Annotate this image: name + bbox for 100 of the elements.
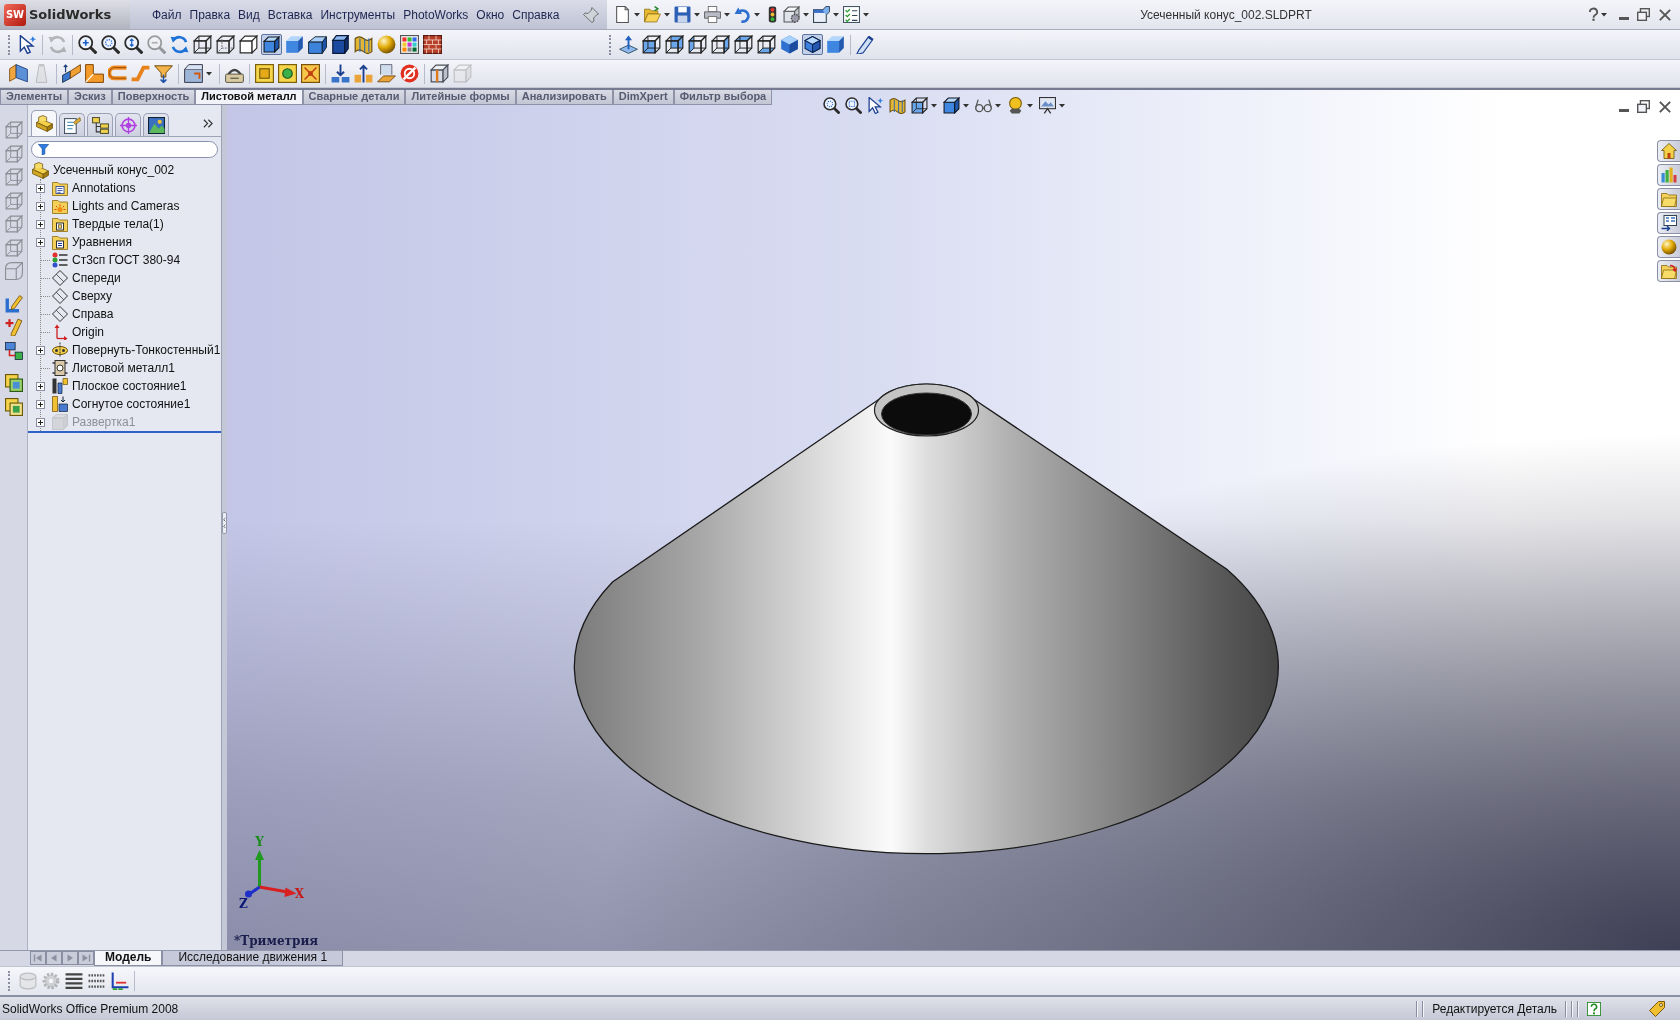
- isometric-cube-icon[interactable]: [802, 34, 823, 55]
- bottom-tab[interactable]: Модель: [94, 951, 163, 966]
- view-cube-icon[interactable]: [911, 97, 928, 114]
- magnifier-icon[interactable]: [78, 35, 97, 54]
- tree-item[interactable]: Сверху: [72, 289, 113, 303]
- sphere-icon[interactable]: [377, 35, 396, 54]
- view-cube-icon[interactable]: [757, 35, 776, 54]
- shaded-cube-icon[interactable]: [261, 34, 282, 55]
- l-shape-icon[interactable]: [85, 64, 104, 83]
- restore-icon[interactable]: [1637, 100, 1650, 113]
- expand-icon[interactable]: [36, 345, 45, 355]
- menu-item[interactable]: Вид: [234, 7, 264, 22]
- shaded-cube-icon[interactable]: [943, 97, 960, 114]
- caret-icon[interactable]: [206, 71, 212, 76]
- pin-icon[interactable]: [583, 6, 599, 23]
- caret-icon[interactable]: [754, 12, 760, 17]
- help-icon[interactable]: [1587, 7, 1600, 22]
- layered-squares-icon[interactable]: [4, 374, 23, 392]
- dashed-cube-icon[interactable]: [216, 35, 235, 54]
- rotate-arrows-icon[interactable]: [170, 35, 189, 54]
- task-pane-button[interactable]: [1657, 212, 1680, 234]
- caret-icon[interactable]: [724, 12, 730, 17]
- window-icon[interactable]: [813, 6, 830, 23]
- caret-icon[interactable]: [1027, 103, 1033, 108]
- filter-field[interactable]: [31, 141, 218, 158]
- panel-tab[interactable]: [87, 113, 113, 136]
- caret-icon[interactable]: [995, 103, 1001, 108]
- lines-icon[interactable]: [64, 972, 83, 990]
- panel-tab[interactable]: [59, 113, 85, 136]
- expand-icon[interactable]: [36, 399, 45, 409]
- caret-icon[interactable]: [694, 12, 700, 17]
- shaded-cube-icon[interactable]: [285, 35, 304, 54]
- tree-item[interactable]: Согнутое состояние1: [72, 397, 191, 411]
- tree-item[interactable]: Ст3сп ГОСТ 380-94: [72, 253, 181, 267]
- dotted-lines-icon[interactable]: [87, 972, 106, 990]
- task-pane-button[interactable]: [1657, 260, 1680, 282]
- menu-item[interactable]: Вставка: [263, 7, 317, 22]
- plus-pencil-icon[interactable]: [4, 318, 23, 336]
- caret-icon[interactable]: [634, 12, 640, 17]
- expand-icon[interactable]: [36, 417, 45, 427]
- restore-icon[interactable]: [1637, 8, 1650, 21]
- document-icon[interactable]: [614, 6, 631, 23]
- tree-item[interactable]: Уравнения: [72, 235, 132, 249]
- tree-item[interactable]: Твердые тела(1): [72, 217, 164, 231]
- close-icon[interactable]: [1659, 8, 1671, 21]
- perspective-box-icon[interactable]: [308, 35, 327, 54]
- arrow-down-blocks-icon[interactable]: [331, 64, 350, 83]
- tree-item[interactable]: Повернуть-Тонкостенный1: [72, 343, 221, 357]
- caret-icon[interactable]: [863, 12, 869, 17]
- tree-item[interactable]: Усеченный конус_002: [53, 163, 175, 177]
- expand-icon[interactable]: [36, 381, 45, 391]
- tree-item[interactable]: Annotations: [72, 181, 136, 195]
- cube-gear-icon[interactable]: [783, 6, 800, 23]
- view-cube-icon[interactable]: [665, 35, 684, 54]
- magnifier-icon[interactable]: [101, 35, 120, 54]
- tree-item[interactable]: Листовой металл1: [72, 361, 175, 375]
- tree-item[interactable]: Origin: [72, 325, 104, 339]
- magnifier-icon[interactable]: [845, 97, 862, 114]
- expand-icon[interactable]: [36, 201, 45, 211]
- command-tab[interactable]: Эскиз: [68, 90, 112, 105]
- wireframe-cube-icon[interactable]: [193, 35, 212, 54]
- funnel-arrow-icon[interactable]: [154, 64, 173, 83]
- curved-arrow-icon[interactable]: [734, 6, 751, 23]
- arrow-up-blocks-icon[interactable]: [354, 64, 373, 83]
- view-cube-icon[interactable]: [711, 35, 730, 54]
- bent-sheet-arrow-icon[interactable]: [62, 64, 81, 83]
- double-chevron-icon[interactable]: [203, 119, 213, 128]
- pointer-arrow-icon[interactable]: [867, 97, 884, 114]
- view-cube-icon[interactable]: [642, 35, 661, 54]
- framed-square-icon[interactable]: [255, 64, 274, 83]
- menu-item[interactable]: Правка: [185, 7, 235, 22]
- caret-icon[interactable]: [963, 103, 969, 108]
- corner-arrows-icon[interactable]: [301, 64, 320, 83]
- folded-map-icon[interactable]: [889, 97, 906, 114]
- folder-icon[interactable]: [644, 6, 661, 23]
- folded-sheet-icon[interactable]: [9, 64, 28, 83]
- magnifier-icon[interactable]: [823, 97, 840, 114]
- menu-item[interactable]: Справка: [508, 7, 564, 22]
- brick-wall-icon[interactable]: [423, 35, 442, 54]
- tree-item[interactable]: Lights and Cameras: [72, 199, 180, 213]
- bottom-tab[interactable]: Исследование движения 1: [162, 951, 344, 966]
- axes-icon[interactable]: [110, 972, 129, 990]
- expand-icon[interactable]: [36, 183, 45, 193]
- glasses-icon[interactable]: [975, 97, 992, 114]
- menu-item[interactable]: Файл: [148, 7, 186, 22]
- small-cube-icon[interactable]: [331, 35, 350, 54]
- tree-item[interactable]: Справа: [72, 307, 114, 321]
- help-icon[interactable]: [1587, 1001, 1601, 1016]
- panel-tab[interactable]: [143, 113, 169, 136]
- command-tab[interactable]: Поверхность: [111, 90, 196, 105]
- view-cube-icon[interactable]: [734, 35, 753, 54]
- command-tab[interactable]: Анализировать: [515, 90, 613, 105]
- isometric-cube-icon[interactable]: [780, 35, 799, 54]
- expand-icon[interactable]: [36, 219, 45, 229]
- monitor-icon[interactable]: [1039, 97, 1056, 114]
- pointer-arrow-icon[interactable]: [18, 35, 37, 54]
- lamp-icon[interactable]: [1007, 97, 1024, 114]
- arrow-on-plane-icon[interactable]: [619, 35, 638, 54]
- expand-icon[interactable]: [36, 237, 45, 247]
- checklist-icon[interactable]: [843, 6, 860, 23]
